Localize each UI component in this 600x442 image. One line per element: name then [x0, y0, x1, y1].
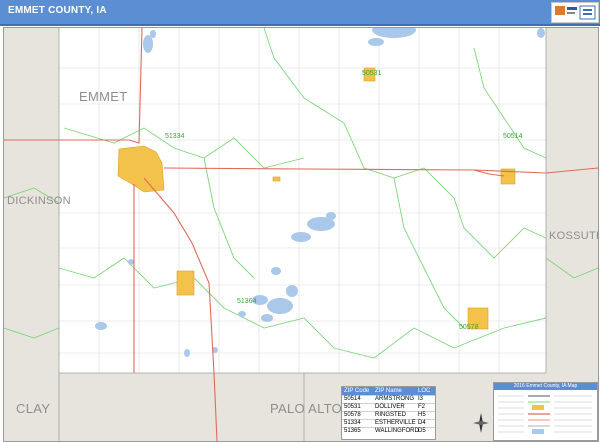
legend-loc: F2	[418, 404, 426, 410]
legend-row: 50514 ARMSTRONG I3	[342, 395, 435, 403]
legend-loc: H5	[418, 412, 426, 418]
legend-row: 51365 WALLINGFORD D5	[342, 427, 435, 435]
title-bar: EMMET COUNTY, IA	[0, 0, 600, 26]
zip-label-51364: 51364	[237, 298, 257, 305]
zip-label-50531: 50531	[362, 70, 382, 77]
legend-zip: 51334	[344, 420, 361, 426]
zip-label-51334: 51334	[165, 133, 185, 140]
town-wallingford	[176, 270, 195, 296]
zip-label-50578: 50578	[459, 324, 479, 331]
publisher-logo	[551, 2, 599, 23]
legend-row: 50531 DOLLIVER F2	[342, 403, 435, 411]
legend-name: RINGSTED	[375, 412, 407, 418]
legend-name: ESTHERVILLE	[375, 420, 416, 426]
legend-row: 50578 RINGSTED H5	[342, 411, 435, 419]
logo-graphic	[555, 5, 596, 20]
county-label-kossuth: KOSSUTH	[549, 230, 599, 242]
zip-label-50514: 50514	[503, 133, 523, 140]
county-label-palo-alto: PALO ALTO	[270, 401, 343, 416]
map-key-title: 2016 Emmet County, IA Map	[494, 383, 597, 390]
county-label-clay: CLAY	[16, 401, 51, 416]
legend-name: DOLLIVER	[375, 404, 405, 410]
legend-col-loc: LOC	[418, 388, 431, 394]
legend-loc: I3	[418, 396, 424, 402]
compass-rose-icon	[473, 413, 489, 433]
legend-zip: 50578	[344, 412, 361, 418]
legend-row: 51334 ESTHERVILLE D4	[342, 419, 435, 427]
legend-col-zip: ZIP Code	[344, 388, 370, 394]
map-key-box: 2016 Emmet County, IA Map	[493, 382, 598, 441]
legend-name: WALLINGFORD	[375, 428, 419, 434]
county-label-emmet: EMMET	[79, 89, 128, 104]
legend-loc: D5	[418, 428, 426, 434]
legend-name: ARMSTRONG	[375, 396, 414, 402]
legend-col-name: ZIP Name	[375, 388, 402, 394]
legend-zip: 51365	[344, 428, 361, 434]
county-label-dickinson: DICKINSON	[7, 195, 71, 207]
map-key-symbols	[498, 395, 592, 434]
map-title: EMMET COUNTY, IA	[8, 5, 107, 16]
zip-legend: ZIP Code ZIP Name LOC 50514 ARMSTRONG I3…	[341, 386, 436, 440]
town-small	[272, 176, 281, 182]
legend-header: ZIP Code ZIP Name LOC	[342, 387, 435, 395]
legend-zip: 50531	[344, 404, 361, 410]
legend-loc: D4	[418, 420, 426, 426]
map-frame[interactable]: EMMET DICKINSON KOSSUTH CLAY PALO ALTO 5…	[3, 27, 599, 442]
legend-zip: 50514	[344, 396, 361, 402]
